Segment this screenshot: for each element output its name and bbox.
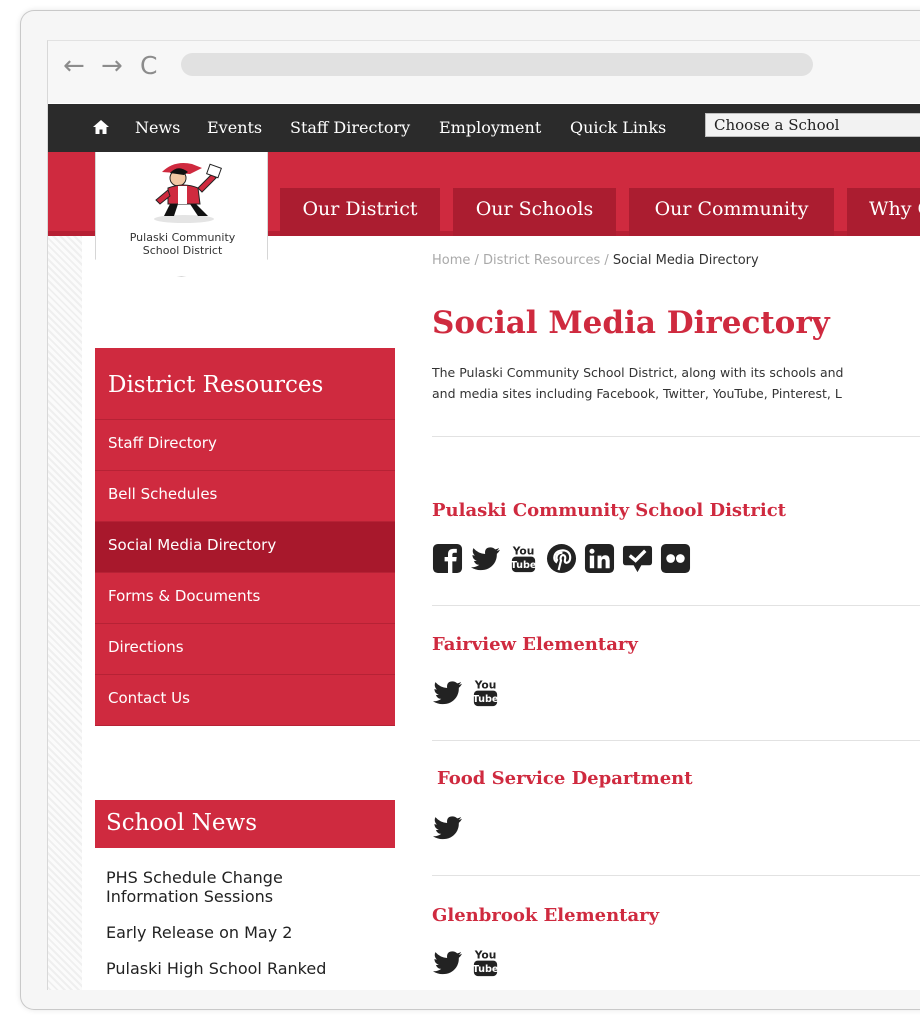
sidebar-item-staff-directory[interactable]: Staff Directory <box>95 420 395 471</box>
address-bar[interactable] <box>181 53 813 76</box>
social-icons: You Tube <box>432 945 501 979</box>
pinterest-icon[interactable] <box>546 543 577 574</box>
svg-text:You: You <box>474 948 497 961</box>
intro-line-1: The Pulaski Community School District, a… <box>432 365 844 380</box>
sidebar-school-news: School News PHS Schedule Change Informat… <box>95 800 395 978</box>
twitter-icon[interactable] <box>432 812 463 843</box>
foursquare-icon[interactable] <box>622 543 653 574</box>
logo-text: Pulaski Community School District <box>96 231 268 257</box>
breadcrumb-separator: / <box>470 253 484 268</box>
logo-line-1: Pulaski Community <box>129 231 236 244</box>
section-title: Fairview Elementary <box>432 634 638 655</box>
district-logo[interactable]: Pulaski Community School District <box>95 152 268 277</box>
breadcrumb-separator: / <box>600 253 613 268</box>
topnav-link-events[interactable]: Events <box>207 118 262 137</box>
twitter-icon[interactable] <box>432 947 463 978</box>
news-item[interactable]: Pulaski High School Ranked <box>95 959 395 978</box>
home-icon[interactable] <box>93 120 109 134</box>
sidebar-item-forms-documents[interactable]: Forms & Documents <box>95 573 395 624</box>
news-item[interactable]: Early Release on May 2 <box>95 923 395 942</box>
social-icons: You Tube <box>432 541 691 575</box>
breadcrumb-district-resources[interactable]: District Resources <box>483 253 600 268</box>
twitter-icon[interactable] <box>470 543 501 574</box>
topnav-link-news[interactable]: News <box>135 118 180 137</box>
linkedin-icon[interactable] <box>584 543 615 574</box>
topnav-link-employment[interactable]: Employment <box>439 118 541 137</box>
tab-our-district[interactable]: Our District <box>280 188 440 236</box>
svg-text:Tube: Tube <box>473 964 499 975</box>
flickr-icon[interactable] <box>660 543 691 574</box>
section-title: Pulaski Community School District <box>432 500 786 521</box>
facebook-icon[interactable] <box>432 543 463 574</box>
topnav-link-staff-directory[interactable]: Staff Directory <box>290 118 410 137</box>
mascot-logo-icon <box>154 163 222 223</box>
svg-text:Tube: Tube <box>473 694 499 705</box>
divider <box>432 605 920 606</box>
breadcrumb: Home / District Resources / Social Media… <box>432 253 759 268</box>
sidebar-title: District Resources <box>95 348 395 420</box>
school-select[interactable]: Choose a School <box>705 113 920 137</box>
topnav-link-quick-links[interactable]: Quick Links <box>570 118 666 137</box>
sidebar-item-social-media-directory[interactable]: Social Media Directory <box>95 522 395 573</box>
sidebar-item-bell-schedules[interactable]: Bell Schedules <box>95 471 395 522</box>
sidebar-item-directions[interactable]: Directions <box>95 624 395 675</box>
tab-our-schools[interactable]: Our Schools <box>453 188 616 236</box>
divider <box>432 740 920 741</box>
divider <box>432 436 920 437</box>
section-title: Food Service Department <box>437 768 693 789</box>
tab-why[interactable]: Why C <box>847 188 920 236</box>
left-gutter <box>48 236 82 990</box>
youtube-icon[interactable]: You Tube <box>470 947 501 978</box>
forward-arrow-icon[interactable]: → <box>101 53 123 79</box>
youtube-icon[interactable]: You Tube <box>508 543 539 574</box>
intro-text: The Pulaski Community School District, a… <box>432 362 843 404</box>
sidebar-district-resources: District Resources Staff Directory Bell … <box>95 348 395 726</box>
page-title: Social Media Directory <box>432 305 830 341</box>
sidebar-item-contact-us[interactable]: Contact Us <box>95 675 395 726</box>
logo-line-2: School District <box>142 244 223 257</box>
youtube-icon[interactable]: You Tube <box>470 677 501 708</box>
svg-text:You: You <box>512 544 535 557</box>
intro-line-2: and media sites including Facebook, Twit… <box>432 386 842 401</box>
twitter-icon[interactable] <box>432 677 463 708</box>
reload-icon[interactable]: C <box>140 53 157 79</box>
news-item-continued[interactable]: Information Sessions <box>95 887 395 906</box>
social-icons: You Tube <box>432 675 501 709</box>
browser-window: ← → C News Events Staff Directory Employ… <box>47 40 920 990</box>
news-title: School News <box>95 800 395 848</box>
browser-toolbar: ← → C <box>48 41 920 103</box>
breadcrumb-home[interactable]: Home <box>432 253 470 268</box>
svg-text:Tube: Tube <box>511 560 537 571</box>
divider <box>432 875 920 876</box>
news-item[interactable]: PHS Schedule Change <box>95 868 395 887</box>
tab-our-community[interactable]: Our Community <box>629 188 834 236</box>
section-title: Glenbrook Elementary <box>432 905 660 926</box>
svg-text:You: You <box>474 678 497 691</box>
back-arrow-icon[interactable]: ← <box>63 53 85 79</box>
top-nav: News Events Staff Directory Employment Q… <box>48 104 920 152</box>
social-icons <box>432 810 463 844</box>
breadcrumb-current: Social Media Directory <box>612 253 759 268</box>
